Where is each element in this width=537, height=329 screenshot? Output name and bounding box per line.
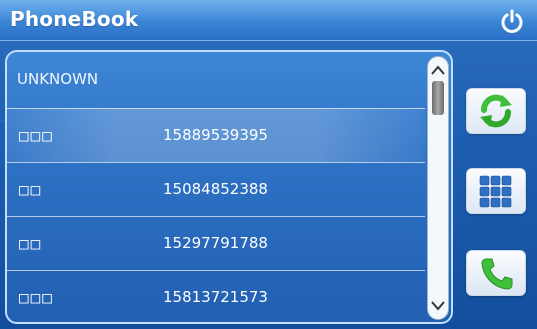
dialpad-button[interactable] [466, 168, 526, 214]
contact-number: 15813721573 [163, 288, 268, 306]
contact-row[interactable]: □□□ 15813721573 [7, 270, 425, 322]
contact-name: □□ [19, 180, 43, 199]
dialpad-icon [479, 175, 512, 208]
contact-name: □□□ [19, 126, 54, 145]
contact-row[interactable]: □□□ 15889539395 [7, 108, 425, 162]
contact-row[interactable]: □□ 15297791788 [7, 216, 425, 270]
contact-name: □□ [19, 234, 43, 253]
contact-number: 15297791788 [163, 234, 268, 252]
scroll-up-button[interactable] [428, 59, 448, 81]
phone-call-icon [481, 258, 513, 290]
contact-number: 15084852388 [163, 180, 268, 198]
refresh-icon [480, 94, 512, 128]
scrollbar[interactable] [427, 56, 449, 320]
contact-list-panel: UNKNOWN □□□ 15889539395 □□ 15084852388 □… [5, 50, 453, 324]
refresh-button[interactable] [466, 88, 526, 134]
scroll-down-button[interactable] [428, 295, 448, 317]
title-bar: PhoneBook [0, 0, 537, 41]
contact-number: 15889539395 [163, 126, 268, 144]
contact-name: □□□ [19, 288, 54, 307]
power-button[interactable] [497, 6, 527, 36]
scroll-up-arrow-icon [431, 65, 445, 75]
power-icon [501, 9, 523, 33]
contact-row[interactable]: □□ 15084852388 [7, 162, 425, 216]
call-button[interactable] [466, 250, 526, 296]
group-header: UNKNOWN [17, 70, 99, 88]
contact-list: □□□ 15889539395 □□ 15084852388 □□ 152977… [7, 108, 425, 322]
app-title: PhoneBook [10, 7, 139, 31]
scroll-down-arrow-icon [431, 301, 445, 311]
scroll-thumb[interactable] [432, 81, 444, 115]
